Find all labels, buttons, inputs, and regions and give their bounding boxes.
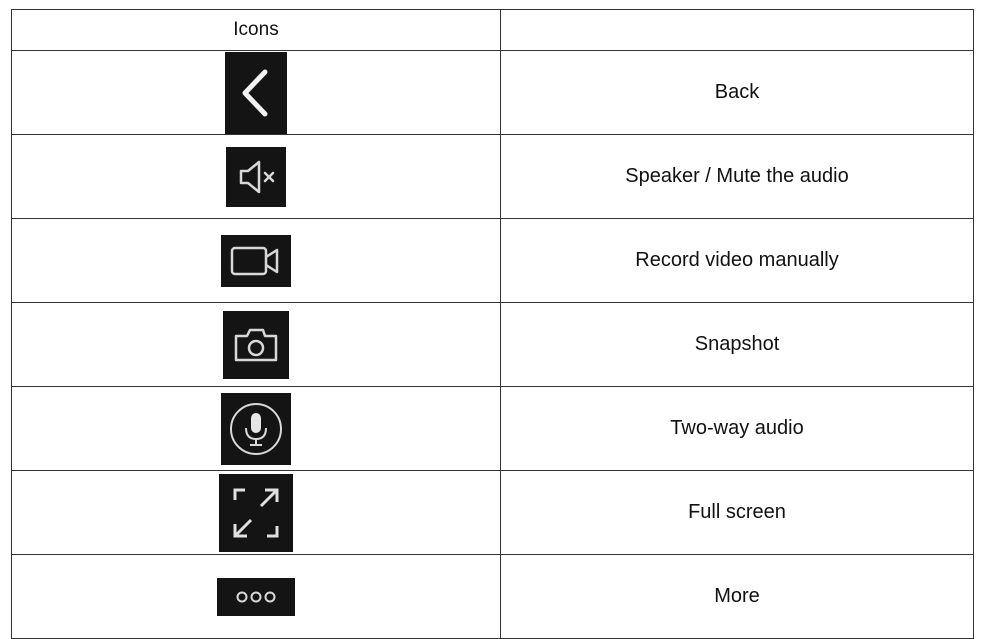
description-cell: Two-way audio (500, 386, 974, 471)
icon-cell (11, 302, 501, 387)
description-cell: Record video manually (500, 218, 974, 303)
header-icons: Icons (11, 9, 501, 51)
more-dots-icon (217, 577, 295, 616)
camera-icon (223, 310, 289, 379)
description-cell: Speaker / Mute the audio (500, 134, 974, 219)
description-cell: Snapshot (500, 302, 974, 387)
table-header-row: Icons (11, 9, 974, 51)
icon-legend-table: Icons Back Speaker / Mute the audio Reco… (11, 9, 974, 639)
icon-cell (11, 218, 501, 303)
table-row-two-way-audio: Two-way audio (11, 386, 974, 471)
table-row-fullscreen: Full screen (11, 470, 974, 555)
table-row-snapshot: Snapshot (11, 302, 974, 387)
table-row-record: Record video manually (11, 218, 974, 303)
microphone-icon (221, 392, 291, 465)
description-cell: More (500, 554, 974, 639)
header-description (500, 9, 974, 51)
speaker-mute-icon (226, 146, 286, 207)
chevron-left-icon (225, 51, 287, 134)
fullscreen-icon (219, 473, 293, 552)
video-camera-icon (221, 234, 291, 287)
description-cell: Back (500, 50, 974, 135)
icon-cell (11, 50, 501, 135)
description-cell: Full screen (500, 470, 974, 555)
icon-cell (11, 386, 501, 471)
table-row-more: More (11, 554, 974, 639)
icon-cell (11, 470, 501, 555)
icon-cell (11, 554, 501, 639)
table-row-back: Back (11, 50, 974, 135)
icon-cell (11, 134, 501, 219)
table-row-speaker: Speaker / Mute the audio (11, 134, 974, 219)
